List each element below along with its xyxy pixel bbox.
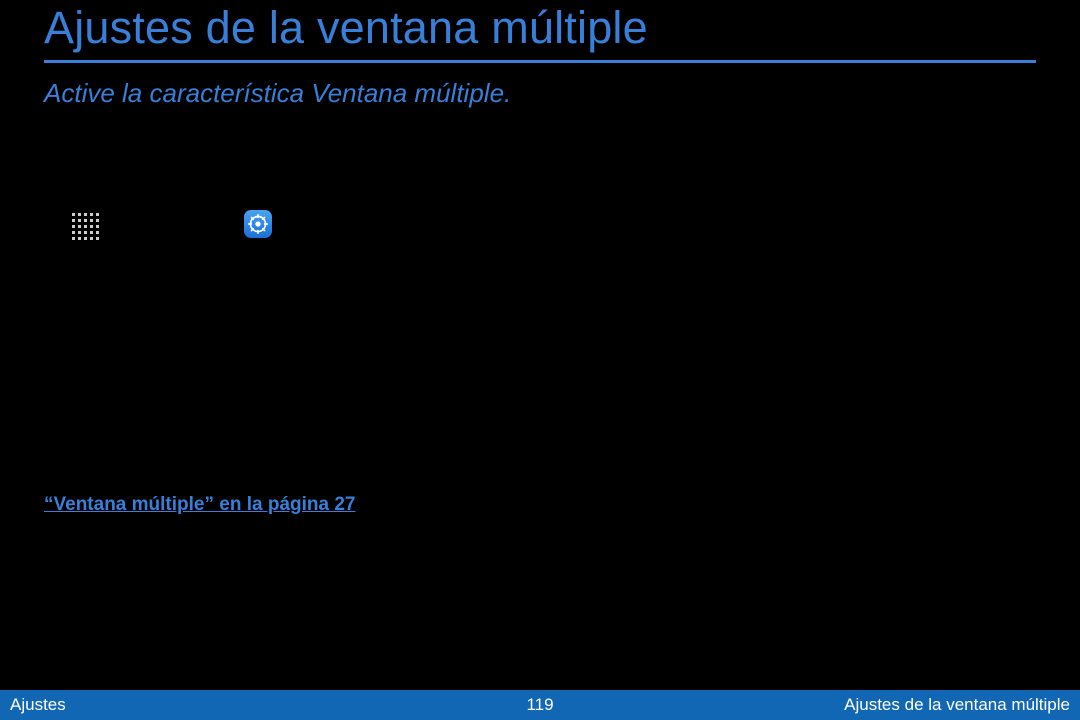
multiwindow-reference-link[interactable]: “Ventana múltiple” en la página 27	[44, 494, 355, 516]
footer-page-label: Ajustes de la ventana múltiple	[844, 695, 1070, 715]
settings-gear-icon	[244, 210, 272, 238]
page-title: Ajustes de la ventana múltiple	[44, 2, 648, 54]
title-divider	[44, 60, 1036, 63]
footer-section-label: Ajustes	[10, 695, 66, 715]
page-footer: Ajustes 119 Ajustes de la ventana múltip…	[0, 690, 1080, 720]
apps-grid-icon	[72, 213, 100, 241]
page-subtitle: Active la característica Ventana múltipl…	[44, 78, 511, 109]
